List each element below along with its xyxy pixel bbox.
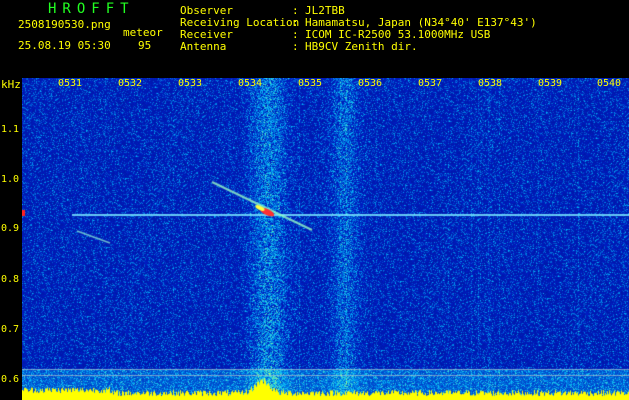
x-tick-label: 0537	[418, 78, 443, 89]
spectrogram-panel: kHz 1.1 1.0 0.9 0.8 0.7 0.6 0531 0532 05…	[0, 78, 629, 400]
y-tick-label: 0.8	[1, 274, 20, 285]
x-tick-label: 0538	[478, 78, 503, 89]
app-title: HROFFT	[48, 1, 135, 17]
y-tick-label: 1.0	[1, 174, 20, 185]
y-tick-label: 0.7	[1, 324, 20, 335]
y-tick-label: 0.9	[1, 223, 20, 234]
x-tick-label: 0535	[298, 78, 323, 89]
x-tick-label: 0540	[597, 78, 622, 89]
x-tick-label: 0534	[238, 78, 263, 89]
spectrogram-canvas	[22, 78, 629, 400]
x-tick-label: 0539	[538, 78, 563, 89]
antenna-label: Antenna	[180, 40, 227, 53]
antenna-colon: :	[292, 40, 299, 53]
x-tick-label: 0532	[118, 78, 143, 89]
meteor-count: 95	[138, 39, 152, 52]
y-tick-label: 1.1	[1, 124, 20, 135]
x-tick-label: 0533	[178, 78, 203, 89]
antenna-value: HB9CV Zenith dir.	[305, 40, 418, 53]
y-tick-label: 0.6	[1, 374, 20, 385]
x-tick-label: 0536	[358, 78, 383, 89]
filename: 2508190530.png	[18, 18, 111, 31]
meteor-label: meteor	[123, 26, 163, 39]
datetime: 25.08.19 05:30	[18, 39, 111, 52]
y-unit-label: kHz	[1, 78, 21, 91]
header: HROFFT 2508190530.png 25.08.19 05:30 met…	[0, 0, 629, 78]
x-tick-label: 0531	[58, 78, 83, 89]
